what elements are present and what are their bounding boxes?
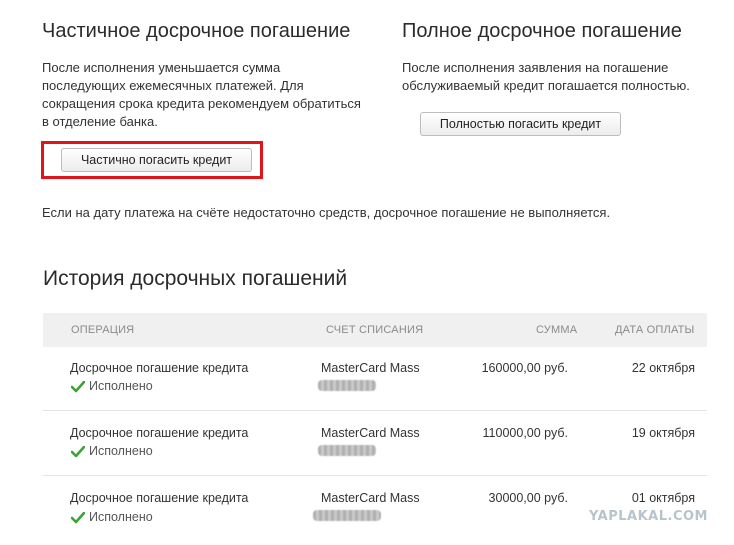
watermark: YAPLAKAL.COM [589, 509, 708, 524]
table-row[interactable]: Досрочное погашение кредита Исполнено Ma… [43, 410, 707, 476]
column-date: Дата оплаты [615, 324, 695, 336]
partial-desc-line: в отделение банка. [42, 114, 158, 129]
amount: 160000,00 руб. [481, 361, 568, 375]
payment-date: 22 октября [631, 361, 695, 375]
partial-repayment-description: После исполнения уменьшается сумма после… [42, 59, 361, 131]
full-repayment-title: Полное досрочное погашение [402, 20, 682, 42]
column-operation: Операция [71, 324, 135, 336]
partial-repayment-title: Частичное досрочное погашение [42, 20, 351, 42]
full-desc-line: обслуживаемый кредит погашается полность… [402, 78, 690, 93]
amount: 30000,00 руб. [488, 491, 568, 505]
full-repay-button[interactable]: Полностью погасить кредит [420, 112, 621, 136]
insufficient-funds-notice: Если на дату платежа на счёте недостаточ… [42, 205, 611, 220]
table-row[interactable]: Досрочное погашение кредита Исполнено Ma… [43, 475, 707, 540]
partial-repay-button[interactable]: Частично погасить кредит [61, 148, 252, 172]
redacted-account-number [318, 445, 376, 456]
account-name: MasterCard Mass [321, 426, 420, 440]
column-account: Счет списания [326, 324, 424, 336]
checkmark-icon [71, 381, 85, 393]
status-label: Исполнено [89, 510, 153, 524]
redacted-account-number [318, 380, 376, 391]
partial-desc-line: После исполнения уменьшается сумма [42, 60, 281, 75]
payment-date: 01 октября [631, 491, 695, 505]
operation-name: Досрочное погашение кредита [70, 491, 249, 505]
account-name: MasterCard Mass [321, 491, 420, 505]
status-label: Исполнено [89, 444, 153, 458]
redacted-account-number [313, 510, 381, 521]
history-title: История досрочных погашений [43, 267, 348, 290]
checkmark-icon [71, 446, 85, 458]
operation-name: Досрочное погашение кредита [70, 426, 249, 440]
full-desc-line: После исполнения заявления на погашение [402, 60, 669, 75]
payment-date: 19 октября [631, 426, 695, 440]
table-row[interactable]: Досрочное погашение кредита Исполнено Ma… [43, 345, 707, 411]
status-label: Исполнено [89, 379, 153, 393]
partial-desc-line: сокращения срока кредита рекомендуем обр… [42, 96, 361, 111]
checkmark-icon [71, 512, 85, 524]
operation-name: Досрочное погашение кредита [70, 361, 249, 375]
full-repayment-description: После исполнения заявления на погашение … [402, 59, 690, 95]
partial-desc-line: последующих ежемесячных платежей. Для [42, 78, 304, 93]
amount: 110000,00 руб. [482, 426, 568, 440]
history-table-header: Операция Счет списания Сумма Дата оплаты [43, 313, 707, 347]
account-name: MasterCard Mass [321, 361, 420, 375]
column-amount: Сумма [536, 324, 578, 336]
